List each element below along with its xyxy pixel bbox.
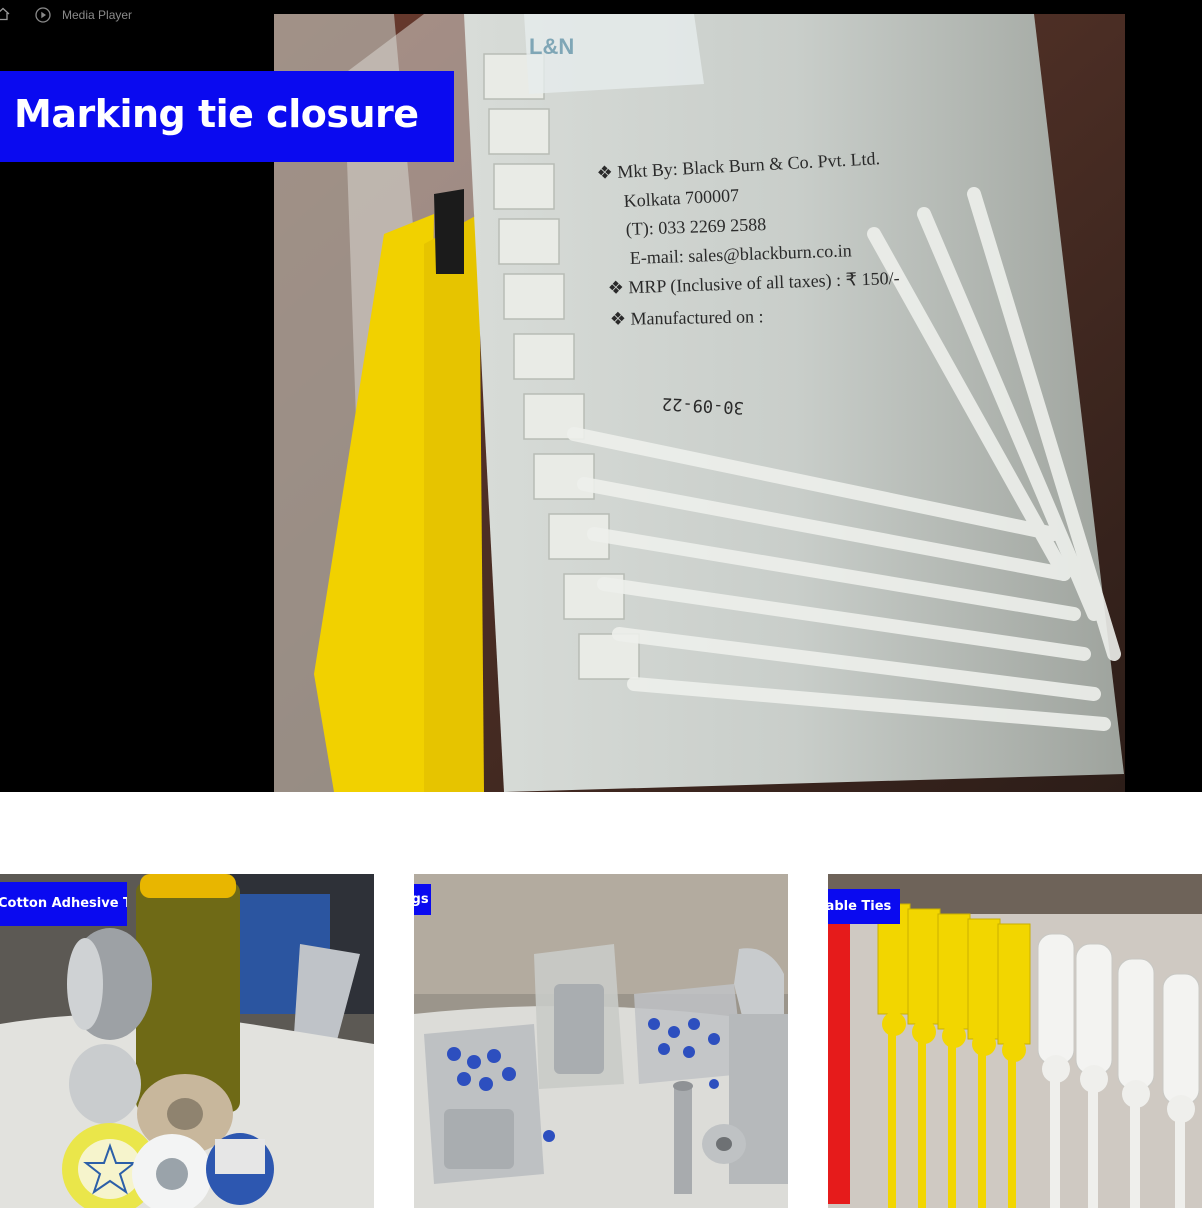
app-name: Media Player	[62, 8, 133, 22]
product-tag-label: Cotton Adhesive Tapes	[0, 896, 127, 911]
product-tag-label: Cable Ties	[828, 899, 892, 914]
product-tag-lugs[interactable]: Lugs	[414, 884, 431, 915]
bag-text-line6: ❖ Manufactured on :	[610, 306, 764, 329]
video-title-banner: Marking tie closure	[0, 71, 454, 162]
player-titlebar: Media Player	[0, 0, 1202, 30]
product-card-cable-ties[interactable]: Cable Ties	[828, 874, 1202, 1208]
media-player[interactable]: Media Player L&N ❖ Mkt By: Black Burn & …	[0, 0, 1202, 792]
product-card-lugs[interactable]: Lugs	[414, 874, 788, 1208]
video-title: Marking tie closure	[14, 92, 419, 136]
lugs-image	[414, 874, 788, 1208]
svg-text:L&N: L&N	[529, 34, 574, 59]
product-tag-tapes[interactable]: Cotton Adhesive Tapes	[0, 882, 127, 926]
home-icon[interactable]	[0, 7, 10, 21]
cable-ties-image	[828, 874, 1202, 1208]
product-tag-label: Lugs	[414, 892, 429, 907]
product-tag-cable-ties[interactable]: Cable Ties	[828, 889, 900, 924]
page: Media Player L&N ❖ Mkt By: Black Burn & …	[0, 0, 1202, 1208]
bag-date: 30-09-22	[662, 393, 745, 417]
product-card-tapes[interactable]: Cotton Adhesive Tapes	[0, 874, 374, 1208]
play-circle-icon	[35, 7, 51, 23]
